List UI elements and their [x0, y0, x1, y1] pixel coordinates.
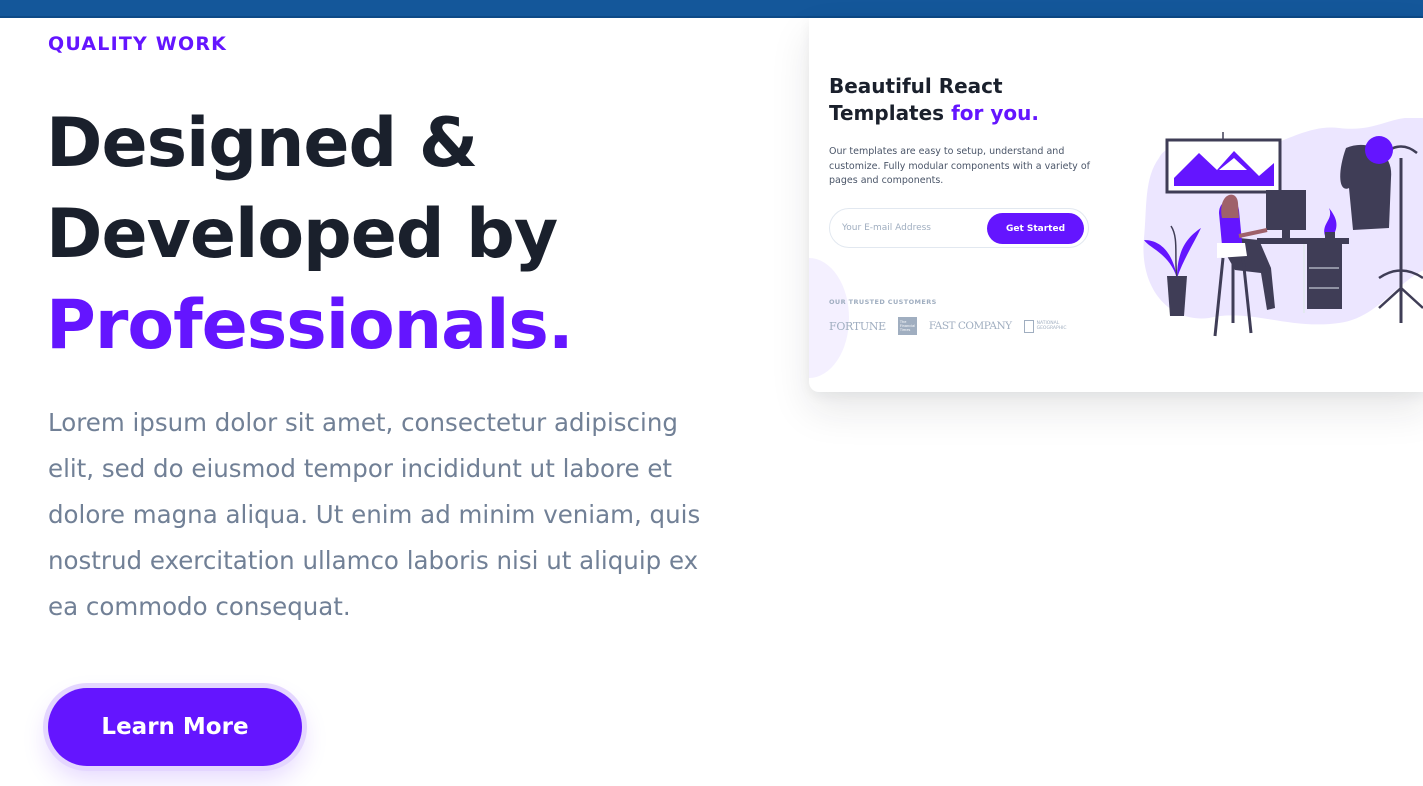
email-input[interactable]	[842, 217, 982, 239]
trusted-customers-label: OUR TRUSTED CUSTOMERS	[829, 298, 937, 306]
preview-title: Beautiful React Templates for you.	[829, 73, 1039, 127]
preview-title-line-1: Beautiful React	[829, 74, 1003, 98]
preview-title-accent: for you.	[951, 101, 1039, 125]
hero-eyebrow: QUALITY WORK	[48, 33, 228, 55]
headline-line-2: Developed by	[46, 195, 558, 274]
natgeo-logo-text: NATIONAL GEOGRAPHIC	[1036, 321, 1067, 331]
hero-headline: Designed & Developed by Professionals.	[46, 98, 746, 371]
headline-line-1: Designed &	[46, 104, 478, 183]
natgeo-frame-icon	[1023, 319, 1034, 333]
preview-title-line-2: Templates for you.	[829, 100, 1039, 127]
headline-accent: Professionals.	[46, 286, 574, 365]
get-started-button[interactable]: Get Started	[987, 213, 1084, 244]
fortune-logo: FORTUNE	[829, 319, 886, 333]
national-geographic-logo: NATIONAL GEOGRAPHIC	[1023, 319, 1075, 333]
top-bar	[0, 0, 1423, 18]
wall-painting	[1165, 132, 1282, 194]
learn-more-button[interactable]: Learn More	[48, 688, 302, 766]
email-signup-form: Get Started	[829, 208, 1089, 248]
template-preview-card: Beautiful React Templates for you. Our t…	[809, 18, 1423, 392]
financial-times-logo: The Financial Times	[897, 317, 917, 335]
customer-logos: FORTUNE The Financial Times FAST COMPANY…	[829, 317, 1075, 335]
hero-description: Lorem ipsum dolor sit amet, consectetur …	[48, 408, 701, 621]
preview-title-word: Templates	[829, 101, 945, 125]
preview-description: Our templates are easy to setup, underst…	[829, 146, 1090, 186]
fast-company-logo: FAST COMPANY	[928, 320, 1012, 332]
workspace-illustration	[1143, 118, 1423, 337]
